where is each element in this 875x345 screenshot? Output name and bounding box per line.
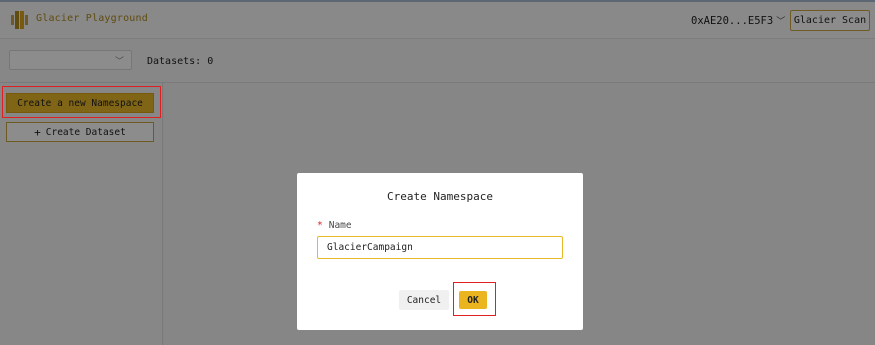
name-field-label: * Name xyxy=(317,220,352,231)
name-label-text: Name xyxy=(328,220,352,231)
name-input[interactable] xyxy=(317,236,563,259)
highlight-box xyxy=(2,86,161,118)
required-mark: * xyxy=(317,220,323,231)
highlight-box xyxy=(453,282,496,316)
modal-title: Create Namespace xyxy=(387,190,493,203)
create-namespace-modal: Create Namespace *Name Cancel OK xyxy=(297,173,583,330)
cancel-button[interactable]: Cancel xyxy=(399,290,449,310)
